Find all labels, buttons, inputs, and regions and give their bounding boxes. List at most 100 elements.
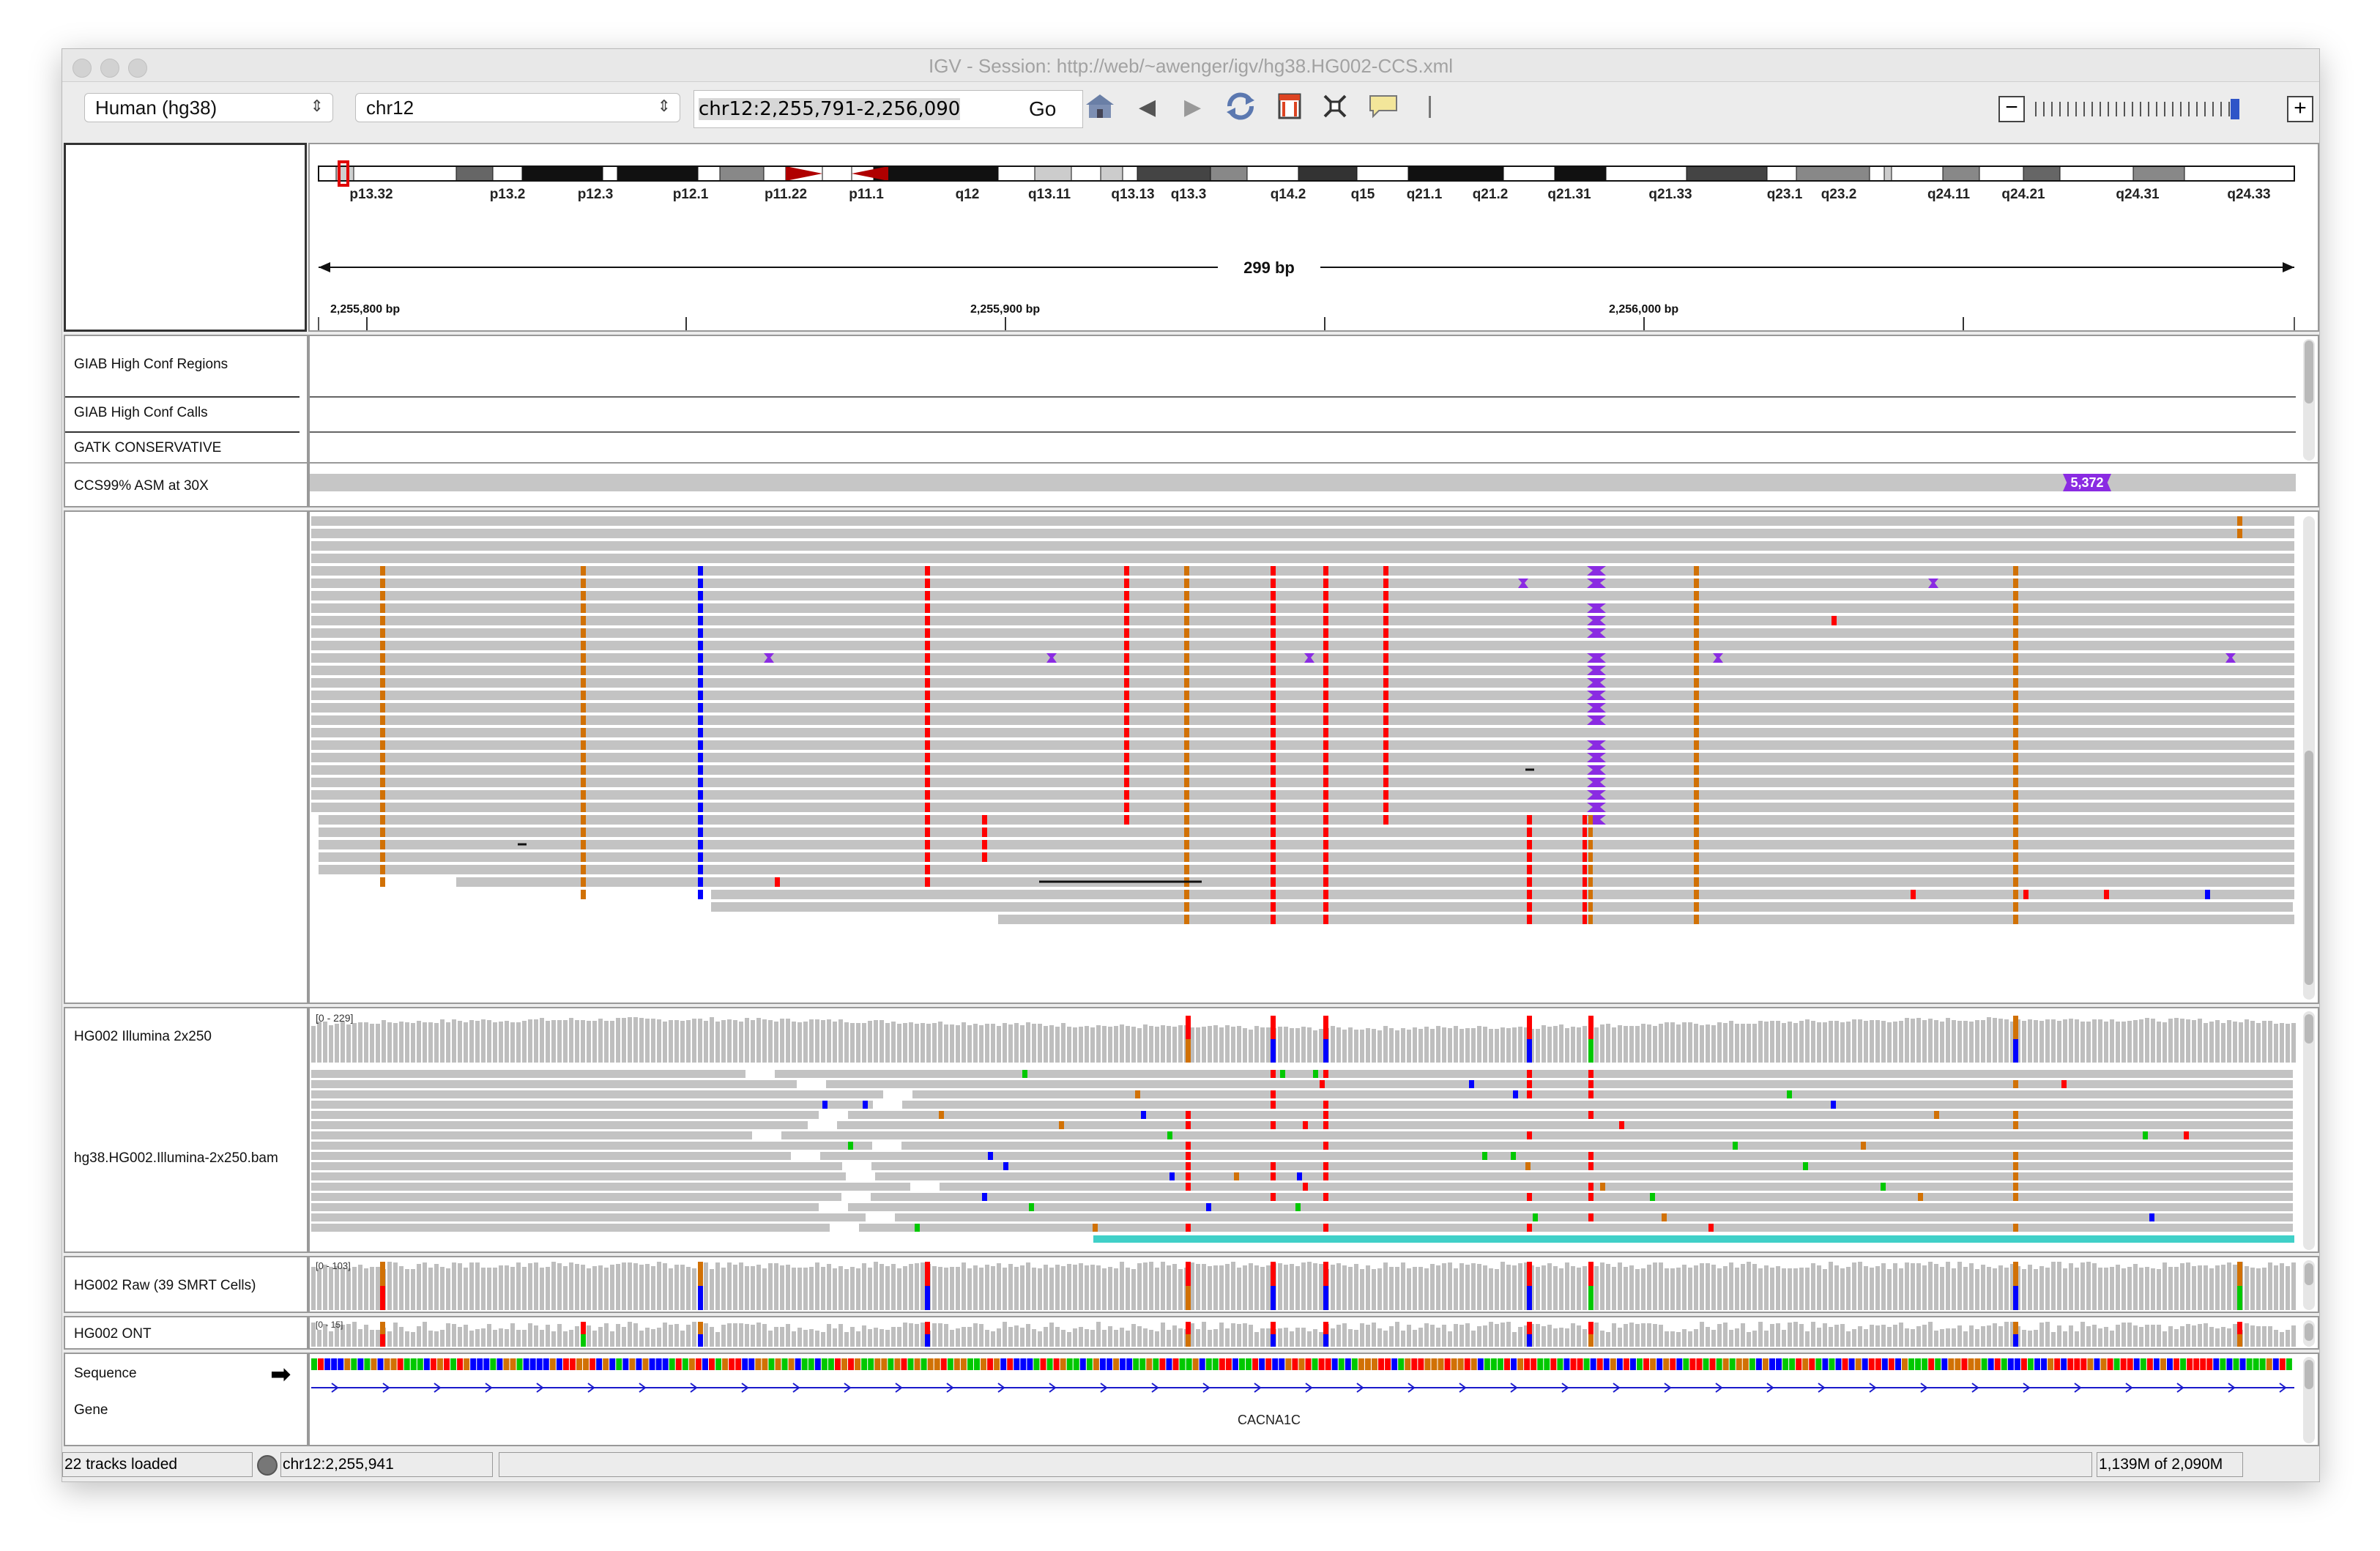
coverage-range-label: [0 - 229]	[316, 1012, 353, 1024]
coverage-bar	[1254, 1265, 1259, 1310]
mismatch-base	[1059, 1121, 1064, 1129]
mismatch-base	[1588, 1111, 1594, 1119]
feature-scrollbar[interactable]	[2303, 339, 2315, 461]
locus-input[interactable]: chr12:2,255,791-2,256,090	[693, 90, 1083, 128]
mismatch-base	[581, 628, 586, 638]
ont-scrollbar[interactable]	[2303, 1320, 2315, 1347]
refresh-icon[interactable]	[1224, 92, 1257, 128]
mismatch-base	[925, 566, 930, 576]
mismatch-base	[1383, 765, 1388, 775]
chromosome-select[interactable]: chr12 ⇕	[355, 93, 680, 122]
zoom-tick	[2124, 102, 2125, 116]
coverage-bar	[1934, 1331, 1938, 1347]
coverage-bar	[663, 1022, 667, 1063]
coverage-bar	[686, 1325, 691, 1347]
mismatch-base	[1295, 1203, 1301, 1211]
zoom-in-icon[interactable]: +	[2287, 96, 2313, 122]
track-name-gatk[interactable]: GATK CONSERVATIVE	[74, 440, 221, 456]
track-name-raw[interactable]: HG002 Raw (39 SMRT Cells)	[74, 1278, 256, 1294]
track-name-gene[interactable]: Gene	[74, 1402, 108, 1418]
forward-icon[interactable]: ▶	[1184, 92, 1201, 124]
coverage-bar	[458, 1327, 462, 1347]
ideogram-band-label: p12.1	[673, 187, 709, 202]
ideogram-band	[1503, 165, 1555, 182]
coverage-bar	[1858, 1326, 1862, 1347]
zoom-out-icon[interactable]: −	[1998, 96, 2025, 122]
mismatch-base	[1383, 603, 1388, 613]
coverage-bar	[915, 1324, 919, 1347]
mismatch-base	[1694, 815, 1699, 825]
raw-scrollbar[interactable]	[2303, 1260, 2315, 1310]
mismatch-base	[1588, 890, 1593, 899]
zoom-slider[interactable]	[2032, 96, 2281, 122]
gene-name-label[interactable]: CACNA1C	[1238, 1413, 1301, 1427]
coverage-bar	[768, 1263, 773, 1310]
mismatch-base	[1271, 915, 1276, 924]
mismatch-base	[915, 1224, 920, 1232]
coverage-bar	[838, 1019, 843, 1063]
illumina-read	[859, 1224, 2293, 1232]
coverage-bar	[756, 1018, 761, 1063]
sequence-base	[722, 1358, 729, 1370]
coverage-bar	[1038, 1331, 1042, 1347]
coverage-bar	[2198, 1324, 2202, 1347]
sequence-base	[2193, 1358, 2200, 1370]
coverage-bar	[1665, 1268, 1669, 1310]
coverage-bar	[909, 1323, 913, 1347]
coverage-bar	[581, 1020, 585, 1063]
mismatch-base	[380, 803, 385, 812]
sequence-base	[755, 1358, 762, 1370]
coverage-bar	[1489, 1322, 1493, 1347]
sequence-base	[868, 1358, 874, 1370]
coverage-bar	[1032, 1329, 1036, 1347]
home-icon[interactable]	[1083, 92, 1117, 128]
genome-select[interactable]: Human (hg38) ⇕	[84, 93, 333, 122]
sequence-base	[1656, 1358, 1663, 1370]
go-button[interactable]: Go	[1029, 97, 1056, 121]
coverage-bar	[1899, 1021, 1903, 1063]
track-name-illumina-coverage[interactable]: HG002 Illumina 2x250	[74, 1029, 212, 1045]
coverage-bar	[1665, 1022, 1669, 1063]
coverage-bar	[727, 1262, 732, 1310]
alignment-scrollbar[interactable]	[2303, 516, 2315, 1000]
illumina-scrollbar[interactable]	[2303, 1011, 2315, 1250]
track-name-illumina-bam[interactable]: hg38.HG002.Illumina-2x250.bam	[74, 1150, 278, 1167]
track-name-ccs[interactable]: CCS99% ASM at 30X	[74, 478, 209, 494]
coverage-bar	[1418, 1267, 1423, 1310]
fit-icon[interactable]	[1320, 92, 1350, 128]
coverage-bar	[2180, 1263, 2184, 1310]
coverage-bar	[2192, 1020, 2196, 1063]
sequence-base	[2107, 1358, 2113, 1370]
coverage-bar	[1319, 1264, 1323, 1310]
coverage-bar	[1418, 1029, 1423, 1063]
track-name-sequence[interactable]: Sequence	[74, 1366, 137, 1382]
coverage-bar	[598, 1265, 603, 1310]
coverage-bar	[1067, 1264, 1071, 1310]
zoom-slider-thumb[interactable]	[2231, 99, 2239, 119]
sequence-scrollbar[interactable]	[2303, 1357, 2315, 1443]
mismatch-base	[581, 803, 586, 812]
coverage-bar	[1085, 1265, 1089, 1310]
coverage-bar	[2092, 1263, 2097, 1310]
coverage-bar	[1477, 1026, 1481, 1063]
region-icon[interactable]	[1275, 92, 1304, 128]
coverage-bar	[1823, 1323, 1827, 1347]
popup-icon[interactable]	[1367, 92, 1399, 128]
sequence-base	[2239, 1358, 2246, 1370]
coverage-bar	[516, 1262, 521, 1310]
track-name-giab-regions[interactable]: GIAB High Conf Regions	[74, 357, 228, 373]
coverage-bar	[364, 1022, 368, 1063]
mismatch-base	[2013, 715, 2018, 725]
mismatch-base	[2013, 877, 2018, 887]
coverage-bar	[1395, 1030, 1399, 1063]
insertion-count-badge[interactable]: 5,372	[2063, 474, 2111, 491]
strand-arrow-icon[interactable]: ➡	[270, 1360, 291, 1389]
mismatch-base	[1271, 1090, 1276, 1098]
coverage-bar	[2092, 1019, 2097, 1063]
ccs-read	[311, 691, 2294, 700]
back-icon[interactable]: ◀	[1139, 92, 1156, 124]
track-name-ont[interactable]: HG002 ONT	[74, 1326, 152, 1342]
mismatch-base	[1694, 840, 1699, 849]
track-name-giab-calls[interactable]: GIAB High Conf Calls	[74, 405, 208, 421]
coverage-bar	[1969, 1263, 1974, 1310]
